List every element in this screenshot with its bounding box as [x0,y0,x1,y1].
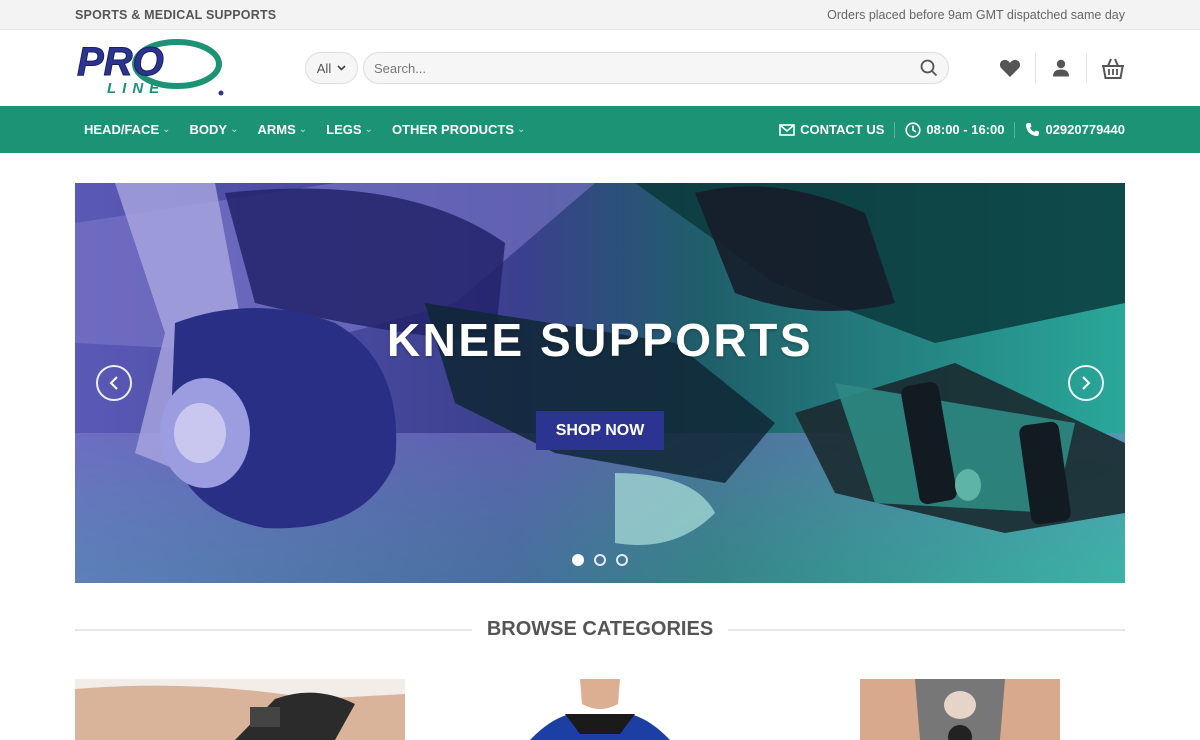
nav-menu: HEAD/FACE ⌄ BODY ⌄ ARMS ⌄ LEGS ⌄ OTHER PRODU… [84,122,525,137]
tagline: SPORTS & MEDICAL SUPPORTS [75,7,277,22]
phone-link[interactable]: 02920779440 [1015,122,1125,137]
hero-image [75,183,1125,583]
search-input[interactable] [374,60,920,76]
search-icon[interactable] [920,59,938,77]
search-area: All [305,52,949,84]
slider-dot-2[interactable] [594,554,606,566]
top-bar: SPORTS & MEDICAL SUPPORTS Orders placed … [0,0,1200,30]
envelope-icon [779,123,795,136]
nav-item-label: BODY [189,122,228,137]
phone-number: 02920779440 [1045,122,1125,137]
browse-categories-heading: BROWSE CATEGORIES [75,618,1125,641]
chevron-right-icon [1082,376,1091,390]
heart-icon [999,59,1021,77]
contact-us-link[interactable]: CONTACT US [769,122,894,137]
account-button[interactable] [1036,52,1086,84]
divider [75,628,472,631]
divider [728,628,1125,631]
shop-now-button[interactable]: SHOP NOW [536,411,664,450]
logo[interactable]: PRO LINE [75,37,225,99]
category-card-arms[interactable] [75,679,405,740]
category-image [490,679,710,740]
slider-prev-button[interactable] [96,365,132,401]
chevron-down-icon [337,65,346,71]
header: PRO LINE All [0,30,1200,106]
category-card-back[interactable] [860,679,1060,740]
user-icon [1053,59,1069,77]
nav-item-label: ARMS [257,122,296,137]
search-box [363,52,949,84]
nav-item-body[interactable]: BODY ⌄ [190,122,239,137]
chevron-down-icon: ⌄ [298,124,308,135]
opening-hours: 08:00 - 16:00 [895,121,1014,138]
category-card-body[interactable] [490,679,710,740]
chevron-left-icon [109,376,118,390]
nav-item-label: HEAD/FACE [84,122,160,137]
nav-item-legs[interactable]: LEGS ⌄ [326,122,373,137]
hero-slider [75,183,1125,583]
dispatch-notice: Orders placed before 9am GMT dispatched … [827,7,1125,22]
category-image [860,679,1060,740]
svg-text:PRO: PRO [77,40,164,84]
nav-item-head-face[interactable]: HEAD/FACE ⌄ [84,122,171,137]
svg-text:LINE: LINE [107,80,165,97]
category-image [75,679,405,740]
nav-item-label: OTHER PRODUCTS [391,122,514,137]
phone-icon [1026,123,1040,136]
chevron-down-icon: ⌄ [364,124,373,135]
slider-dot-1[interactable] [572,554,584,566]
hours-text: 08:00 - 16:00 [926,122,1005,137]
section-title: BROWSE CATEGORIES [486,618,714,640]
contact-us-label: CONTACT US [800,122,885,137]
basket-icon [1102,58,1124,79]
main-nav: HEAD/FACE ⌄ BODY ⌄ ARMS ⌄ LEGS ⌄ OTHER PRODU… [0,106,1200,153]
hero-title: KNEE SUPPORTS [386,314,814,366]
nav-contact-info: CONTACT US 08:00 - 16:00 02920779440 [769,121,1125,138]
category-select[interactable]: All [305,52,358,84]
slider-next-button[interactable] [1068,365,1104,401]
slider-dots [572,554,628,566]
nav-item-other-products[interactable]: OTHER PRODUCTS ⌄ [392,122,525,137]
clock-icon [905,121,922,138]
chevron-down-icon: ⌄ [517,124,526,135]
nav-item-label: LEGS [326,122,362,137]
wishlist-button[interactable] [985,52,1035,84]
category-select-label: All [316,60,332,76]
chevron-down-icon: ⌄ [162,124,171,135]
nav-item-arms[interactable]: ARMS ⌄ [257,122,307,137]
header-icons [985,52,1125,84]
slider-dot-3[interactable] [616,554,628,566]
chevron-down-icon: ⌄ [230,124,239,135]
basket-button[interactable] [1087,52,1125,84]
